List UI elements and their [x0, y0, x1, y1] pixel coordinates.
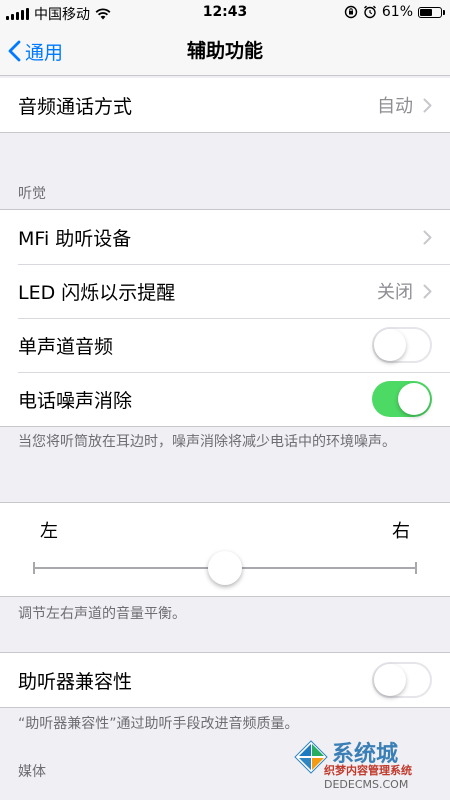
status-right: 61%	[344, 4, 445, 20]
chevron-right-icon	[423, 284, 432, 298]
watermark: 系统城 织梦内容管理系统 DEDECMS.COM	[294, 736, 444, 796]
mono-audio-row: 单声道音频	[0, 318, 450, 372]
toggle-knob	[398, 383, 430, 415]
audio-routing-group: 音频通话方式 自动	[0, 78, 450, 133]
watermark-url: DEDECMS.COM	[324, 778, 409, 791]
battery-percent: 61%	[381, 4, 413, 20]
chevron-right-icon	[423, 230, 432, 244]
led-flash-row[interactable]: LED 闪烁以示提醒 关闭	[0, 264, 450, 318]
balance-left-label: 左	[40, 521, 58, 542]
mfi-hearing-devices-label: MFi 助听设备	[18, 227, 132, 250]
rotation-lock-icon	[344, 5, 358, 19]
hearing-aid-compatibility-label: 助听器兼容性	[18, 670, 133, 693]
mono-audio-toggle[interactable]	[372, 327, 432, 363]
audio-routing-label: 音频通话方式	[18, 95, 133, 118]
noise-cancellation-footer: 当您将听筒放在耳边时，噪声消除将减少电话中的环境噪声。	[18, 434, 396, 450]
hac-group: 助听器兼容性	[0, 652, 450, 708]
toggle-knob	[374, 664, 406, 696]
audio-routing-value: 自动	[377, 96, 413, 117]
led-flash-label: LED 闪烁以示提醒	[18, 281, 176, 304]
balance-footer: 调节左右声道的音量平衡。	[18, 606, 186, 622]
hearing-section-header: 听觉	[18, 186, 46, 202]
status-bar: 中国移动 12:43 61%	[0, 0, 450, 26]
phone-noise-cancellation-toggle[interactable]	[372, 381, 432, 417]
balance-labels: 左 右	[40, 517, 410, 543]
chevron-right-icon	[423, 98, 432, 112]
mono-audio-label: 单声道音频	[18, 335, 114, 358]
media-section-header: 媒体	[18, 764, 46, 780]
alarm-icon	[363, 5, 376, 19]
balance-slider-thumb[interactable]	[208, 551, 242, 585]
hearing-group: MFi 助听设备 LED 闪烁以示提醒 关闭 单声道音频 电话噪声消除	[0, 209, 450, 427]
phone-noise-cancellation-label: 电话噪声消除	[18, 389, 133, 412]
balance-right-label: 右	[392, 521, 410, 542]
mfi-hearing-devices-row[interactable]: MFi 助听设备	[0, 210, 450, 264]
navigation-bar: 通用 辅助功能	[0, 26, 450, 76]
windows-logo-icon	[294, 740, 328, 774]
battery-fill	[420, 8, 432, 16]
audio-routing-row[interactable]: 音频通话方式 自动	[0, 78, 450, 132]
led-flash-value: 关闭	[377, 282, 413, 303]
slider-tick-left	[33, 562, 35, 574]
balance-group: 左 右	[0, 502, 450, 597]
screen: 中国移动 12:43 61% 通用 辅助功能 音频通话方式 自动 听觉 MFi …	[0, 0, 450, 800]
hac-footer: “助听器兼容性”通过助听手段改进音频质量。	[18, 716, 299, 732]
battery-icon	[418, 6, 445, 18]
phone-noise-cancellation-row: 电话噪声消除	[0, 372, 450, 426]
hearing-aid-compatibility-toggle[interactable]	[372, 662, 432, 698]
page-title: 辅助功能	[186, 40, 263, 62]
balance-slider-track[interactable]	[33, 551, 417, 585]
slider-tick-right	[415, 562, 417, 574]
watermark-subtitle: 织梦内容管理系统	[324, 764, 412, 777]
toggle-knob	[374, 329, 406, 361]
hearing-aid-compatibility-row: 助听器兼容性	[0, 653, 450, 707]
